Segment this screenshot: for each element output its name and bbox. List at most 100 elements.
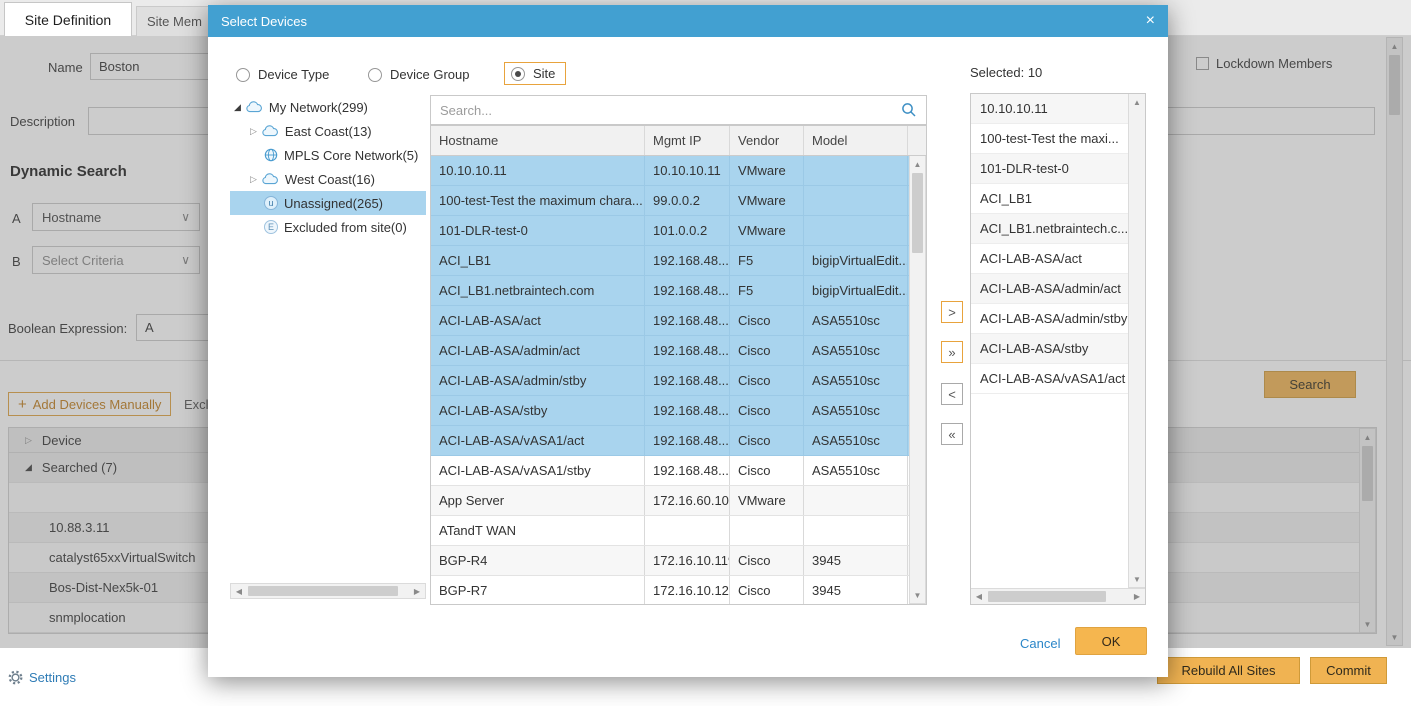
caret-collapsed-icon[interactable]: ▷ (250, 174, 257, 185)
cell-vendor: Cisco (730, 336, 804, 365)
cell-vendor: Cisco (730, 426, 804, 455)
device-row[interactable]: ACI-LAB-ASA/vASA1/act 192.168.48... Cisc… (431, 426, 926, 456)
tree-item-label: East Coast(13) (285, 124, 372, 139)
device-table-scrollbar[interactable]: ▲ ▼ (909, 156, 926, 604)
selected-list-scrollbar[interactable]: ▲ ▼ (1128, 94, 1145, 588)
modal-header: Select Devices × (208, 5, 1168, 37)
selected-device-item[interactable]: ACI-LAB-ASA/admin/stby (971, 304, 1129, 334)
device-search-input[interactable] (440, 103, 901, 118)
cell-hostname: BGP-R4 (431, 546, 645, 575)
cell-mgmt-ip: 192.168.48... (645, 306, 730, 335)
tree-horizontal-scrollbar[interactable]: ◀ ▶ (230, 583, 426, 599)
device-row[interactable]: ACI-LAB-ASA/vASA1/stby 192.168.48... Cis… (431, 456, 926, 486)
scroll-right-icon[interactable]: ▶ (409, 584, 425, 598)
device-row[interactable]: ACI-LAB-ASA/admin/stby 192.168.48... Cis… (431, 366, 926, 396)
column-mgmt-ip[interactable]: Mgmt IP (645, 126, 730, 155)
scroll-up-icon[interactable]: ▲ (1129, 94, 1145, 110)
cell-mgmt-ip: 101.0.0.2 (645, 216, 730, 245)
cell-vendor: Cisco (730, 456, 804, 485)
selected-device-item[interactable]: 10.10.10.11 (971, 94, 1129, 124)
cell-model: ASA5510sc (804, 336, 908, 365)
device-table-header: Hostname Mgmt IP Vendor Model (431, 126, 926, 156)
cell-model: ASA5510sc (804, 456, 908, 485)
selected-device-item[interactable]: 100-test-Test the maxi... (971, 124, 1129, 154)
excluded-icon: E (264, 220, 278, 234)
device-table: Hostname Mgmt IP Vendor Model 10.10.10.1… (430, 125, 927, 605)
column-vendor[interactable]: Vendor (730, 126, 804, 155)
cell-model (804, 156, 908, 185)
scroll-left-icon[interactable]: ◀ (971, 589, 987, 604)
selected-device-item[interactable]: ACI-LAB-ASA/stby (971, 334, 1129, 364)
tree-item-label: My Network(299) (269, 100, 368, 115)
cell-hostname: 10.10.10.11 (431, 156, 645, 185)
caret-collapsed-icon[interactable]: ▷ (250, 126, 257, 137)
tree-item-excluded-from-site[interactable]: E Excluded from site(0) (230, 215, 426, 239)
scroll-down-icon[interactable]: ▼ (910, 587, 925, 603)
cell-mgmt-ip: 172.16.10.119 (645, 546, 730, 575)
ok-button[interactable]: OK (1075, 627, 1147, 655)
cell-mgmt-ip: 192.168.48... (645, 246, 730, 275)
tree-item-unassigned[interactable]: u Unassigned(265) (230, 191, 426, 215)
selected-device-item[interactable]: ACI_LB1 (971, 184, 1129, 214)
device-row[interactable]: ACI-LAB-ASA/stby 192.168.48... Cisco ASA… (431, 396, 926, 426)
device-row[interactable]: App Server 172.16.60.100 VMware (431, 486, 926, 516)
tree-item-my-network[interactable]: ◢ My Network(299) (230, 95, 426, 119)
scroll-up-icon[interactable]: ▲ (910, 156, 925, 172)
move-all-right-button[interactable]: » (941, 341, 963, 363)
selected-device-item[interactable]: ACI_LB1.netbraintech.c... (971, 214, 1129, 244)
commit-button[interactable]: Commit (1310, 657, 1387, 684)
tab-site-definition[interactable]: Site Definition (4, 2, 132, 36)
radio-icon (368, 68, 382, 82)
move-right-button[interactable]: > (941, 301, 963, 323)
cloud-icon (261, 173, 279, 185)
cell-model: bigipVirtualEdit... (804, 276, 908, 305)
select-devices-modal: Select Devices × Device Type Device Grou… (208, 5, 1168, 677)
search-icon[interactable] (901, 102, 917, 118)
device-row[interactable]: ACI-LAB-ASA/admin/act 192.168.48... Cisc… (431, 336, 926, 366)
cell-vendor: F5 (730, 276, 804, 305)
radio-device-group[interactable]: Device Group (368, 67, 469, 82)
cell-model (804, 216, 908, 245)
column-hostname[interactable]: Hostname (431, 126, 645, 155)
settings-button[interactable]: Settings (8, 670, 76, 685)
column-model[interactable]: Model (804, 126, 908, 155)
caret-expanded-icon[interactable]: ◢ (234, 102, 241, 113)
cell-vendor: VMware (730, 216, 804, 245)
device-row[interactable]: ATandT WAN (431, 516, 926, 546)
cell-vendor: Cisco (730, 306, 804, 335)
tree-item-mpls-core-network[interactable]: MPLS Core Network(5) (230, 143, 426, 167)
device-row[interactable]: BGP-R7 172.16.10.122 Cisco 3945 (431, 576, 926, 605)
scroll-left-icon[interactable]: ◀ (231, 584, 247, 598)
tree-item-east-coast[interactable]: ▷ East Coast(13) (230, 119, 426, 143)
move-all-left-button[interactable]: « (941, 423, 963, 445)
cell-hostname: ACI-LAB-ASA/act (431, 306, 645, 335)
cancel-button[interactable]: Cancel (1020, 636, 1060, 651)
rebuild-all-sites-button[interactable]: Rebuild All Sites (1157, 657, 1300, 684)
scrollbar-thumb[interactable] (912, 173, 923, 253)
device-row[interactable]: 101-DLR-test-0 101.0.0.2 VMware (431, 216, 926, 246)
device-row[interactable]: ACI_LB1 192.168.48... F5 bigipVirtualEdi… (431, 246, 926, 276)
move-left-button[interactable]: < (941, 383, 963, 405)
tree-item-west-coast[interactable]: ▷ West Coast(16) (230, 167, 426, 191)
cell-vendor: Cisco (730, 396, 804, 425)
close-icon[interactable]: × (1146, 13, 1155, 29)
scrollbar-thumb[interactable] (248, 586, 398, 596)
radio-site[interactable]: Site (504, 62, 566, 85)
tree-item-label: Excluded from site(0) (284, 220, 407, 235)
device-row[interactable]: 100-test-Test the maximum chara... 99.0.… (431, 186, 926, 216)
selected-list-horizontal-scrollbar[interactable]: ◀ ▶ (971, 588, 1145, 604)
device-row[interactable]: ACI-LAB-ASA/act 192.168.48... Cisco ASA5… (431, 306, 926, 336)
scrollbar-thumb[interactable] (988, 591, 1106, 602)
scroll-right-icon[interactable]: ▶ (1129, 589, 1145, 604)
device-row[interactable]: 10.10.10.11 10.10.10.11 VMware (431, 156, 926, 186)
device-row[interactable]: BGP-R4 172.16.10.119 Cisco 3945 (431, 546, 926, 576)
selected-device-item[interactable]: ACI-LAB-ASA/act (971, 244, 1129, 274)
selected-device-item[interactable]: 101-DLR-test-0 (971, 154, 1129, 184)
device-row[interactable]: ACI_LB1.netbraintech.com 192.168.48... F… (431, 276, 926, 306)
cell-hostname: ACI_LB1.netbraintech.com (431, 276, 645, 305)
column-filler (908, 126, 926, 155)
selected-device-item[interactable]: ACI-LAB-ASA/admin/act (971, 274, 1129, 304)
scroll-down-icon[interactable]: ▼ (1129, 571, 1145, 587)
selected-device-item[interactable]: ACI-LAB-ASA/vASA1/act (971, 364, 1129, 394)
radio-device-type[interactable]: Device Type (236, 67, 329, 82)
